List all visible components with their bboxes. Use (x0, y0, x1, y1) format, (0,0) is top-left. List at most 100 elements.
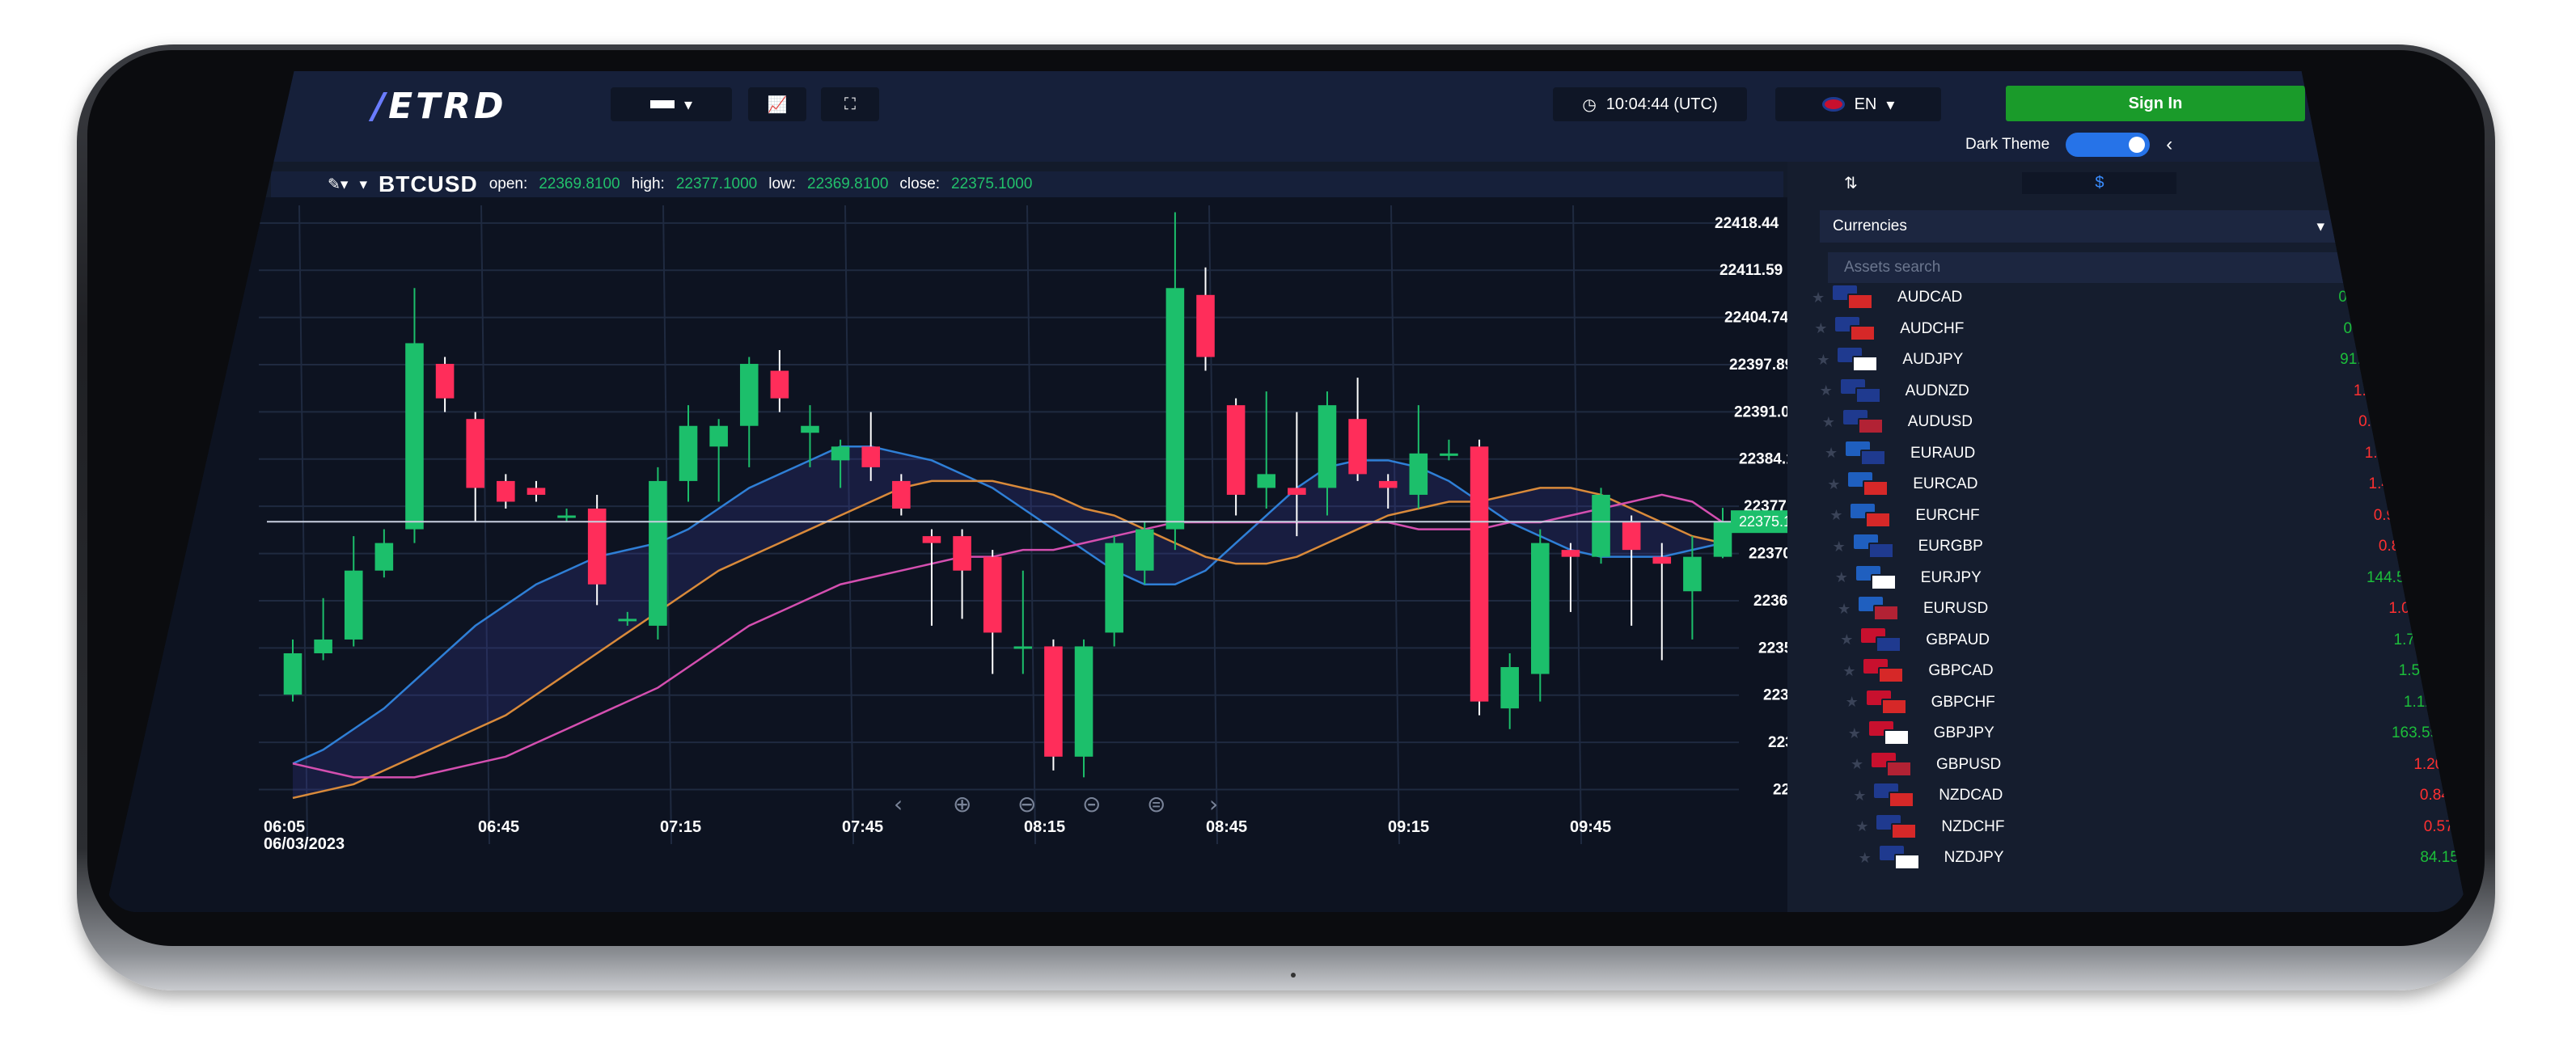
currency-flags-icon (1872, 752, 1917, 777)
star-icon[interactable]: ★ (1814, 320, 1835, 337)
candle-body (1196, 294, 1215, 357)
dark-theme-toggle[interactable] (2066, 133, 2151, 157)
asset-row[interactable]: ★GBPUSD1.20259 (1851, 750, 2467, 779)
assets-search-input[interactable]: Assets search (1828, 252, 2354, 283)
star-icon[interactable]: ★ (1846, 694, 1867, 711)
app-screen: /ETRD ▾ 📈 ⛶ ◷ 10:04:44 (UTC) EN ▾ Sign I… (105, 71, 2467, 912)
star-icon[interactable]: ★ (1853, 788, 1874, 805)
star-icon[interactable]: ★ (1825, 445, 1846, 462)
candle[interactable] (1470, 439, 1489, 716)
y-axis-tick: 22418.44 (1715, 215, 1779, 232)
zoom-out-icon[interactable]: ⊖ (1017, 791, 1036, 817)
asset-row[interactable]: ★AUDJPY91.61000 (1817, 345, 2447, 374)
asset-row[interactable]: ★EURAUD1.57811 (1825, 439, 2455, 468)
asset-name: GBPUSD (1936, 755, 2002, 773)
asset-name: EURUSD (1923, 600, 1989, 617)
collapse-panel-icon[interactable]: ‹ (2166, 133, 2172, 156)
chevron-down-icon: ▾ (2316, 217, 2324, 235)
asset-name: AUDCHF (1900, 319, 1965, 337)
star-icon[interactable]: ★ (1851, 756, 1872, 773)
candle-body (801, 425, 819, 433)
asset-row[interactable]: ★AUDUSD0.67321 (1822, 408, 2453, 437)
chart-type-button[interactable]: ▾ (611, 87, 732, 121)
candle[interactable] (1074, 639, 1093, 778)
app-logo[interactable]: /ETRD (372, 86, 507, 127)
tab-assets[interactable]: $ (2022, 171, 2177, 194)
star-icon[interactable]: ★ (1829, 507, 1851, 524)
candle[interactable] (1044, 639, 1063, 771)
asset-row[interactable]: ★NZDCAD0.84112 (1853, 781, 2467, 810)
candle-body (983, 556, 1002, 633)
currency-flags-icon (1853, 534, 1899, 559)
candle-body (1013, 646, 1033, 649)
star-icon[interactable]: ★ (1817, 352, 1838, 369)
candle-body (283, 652, 302, 695)
high-label: high: (631, 175, 665, 192)
price-chart[interactable]: 22418.4422411.5922404.7422397.8922391.04… (105, 197, 1820, 912)
candle-body (1348, 419, 1367, 475)
x-axis-date: 06/03/2023 (264, 835, 345, 853)
asset-row[interactable]: ★NZDCHF0.57757 (1855, 813, 2467, 842)
drawing-tools-icon[interactable]: ✎▾ (328, 175, 348, 194)
asset-row[interactable]: ★GBPAUD1.78559 (1840, 626, 2467, 655)
star-icon[interactable]: ★ (1848, 725, 1869, 742)
asset-row[interactable]: ★EURUSD1.06284 (1838, 594, 2467, 623)
indicators-button[interactable]: 📈 (748, 87, 806, 121)
star-icon[interactable]: ★ (1840, 631, 1861, 648)
asset-row[interactable]: ★EURCHF0.99281 (1829, 501, 2460, 530)
asset-row[interactable]: ★AUDNZD1.08820 (1820, 377, 2451, 406)
asset-name: EURCHF (1915, 506, 1980, 524)
currency-flags-icon (1846, 441, 1891, 466)
star-icon[interactable]: ★ (1835, 569, 1856, 586)
asset-row[interactable]: ★GBPCAD1.53513 (1842, 657, 2467, 686)
close-value: 22375.1000 (951, 175, 1033, 192)
chart-symbol: BTCUSD (379, 171, 478, 196)
tab-trades-icon[interactable]: ⇅ (1844, 173, 1858, 193)
top-bar: /ETRD ▾ 📈 ⛶ ◷ 10:04:44 (UTC) EN ▾ Sign I… (105, 71, 2467, 162)
star-icon[interactable]: ★ (1820, 382, 1841, 399)
camera-dot (1291, 973, 1296, 978)
fullscreen-button[interactable]: ⛶ (821, 87, 879, 121)
sign-in-button[interactable]: Sign In (2006, 86, 2305, 121)
asset-row[interactable]: ★GBPCHF1.12324 (1846, 688, 2467, 717)
candle-body (466, 419, 484, 488)
candle-body (679, 425, 698, 481)
star-icon[interactable]: ★ (1827, 476, 1848, 493)
candle-body (1683, 556, 1702, 592)
clock-time: 10:04:44 (UTC) (1605, 95, 1718, 113)
currency-flags-icon (1835, 316, 1880, 341)
currency-flags-icon (1863, 659, 1909, 683)
candle-body (557, 515, 576, 518)
star-icon[interactable]: ★ (1822, 414, 1843, 431)
asset-row[interactable]: ★EURJPY144.59300 (1835, 564, 2466, 593)
star-icon[interactable]: ★ (1855, 818, 1876, 835)
asset-name: NZDCHF (1941, 817, 2005, 835)
candle[interactable] (1592, 488, 1610, 564)
asset-row[interactable]: ★ NZDJPY 84.15300 (1859, 843, 2467, 872)
asset-row[interactable]: ★EURGBP0.88356 (1833, 532, 2464, 561)
currency-flags-icon (1861, 627, 1906, 652)
scroll-right-icon[interactable]: › (1209, 791, 1218, 817)
zoom-reset-icon[interactable]: ⊝ (1082, 791, 1101, 817)
candle-body (618, 619, 637, 622)
language-selector[interactable]: EN ▾ (1775, 87, 1941, 121)
currency-flags-icon (1874, 783, 1919, 808)
star-icon[interactable]: ★ (1833, 538, 1854, 555)
star-icon[interactable]: ★ (1812, 289, 1833, 306)
scroll-left-icon[interactable]: ‹ (894, 791, 903, 817)
chevron-down-icon[interactable]: ▾ (359, 175, 367, 194)
candle[interactable] (649, 467, 667, 640)
candle[interactable] (1105, 536, 1123, 647)
star-icon[interactable]: ★ (1859, 850, 1880, 867)
zoom-fit-icon[interactable]: ⊜ (1147, 791, 1165, 817)
chevron-down-icon: ▾ (1886, 95, 1895, 114)
star-icon[interactable]: ★ (1842, 663, 1863, 680)
asset-row[interactable]: ★EURCAD1.44517 (1827, 470, 2458, 499)
asset-row[interactable]: ★ GBPJPY 163.59400 (1848, 719, 2467, 748)
candle-body (1288, 488, 1306, 495)
category-dropdown[interactable]: Currencies ▾ (1820, 210, 2337, 243)
star-icon[interactable]: ★ (1838, 601, 1859, 618)
asset-name: EURAUD (1910, 444, 1976, 462)
zoom-in-icon[interactable]: ⊕ (953, 791, 971, 817)
panel-tabs: ⇅ $ 💬 (1820, 170, 2386, 196)
